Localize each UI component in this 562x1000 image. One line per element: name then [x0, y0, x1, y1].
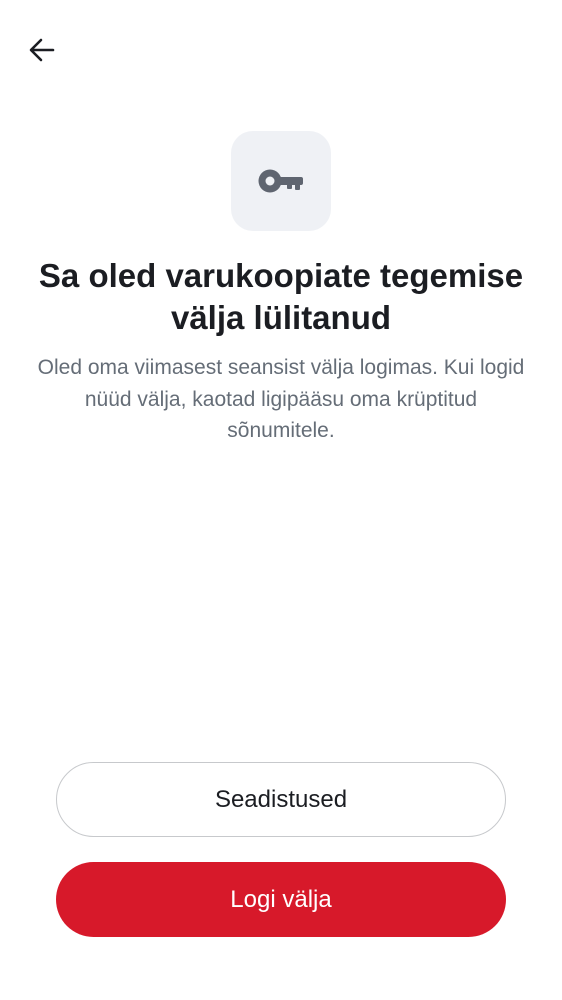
page-title: Sa oled varukoopiate tegemise välja lüli…: [38, 257, 524, 336]
back-button[interactable]: [20, 28, 64, 72]
settings-button[interactable]: Seadistused: [56, 762, 506, 837]
sign-out-button[interactable]: Logi välja: [56, 862, 506, 937]
sign-out-button-label: Logi välja: [230, 885, 332, 913]
arrow-left-icon: [29, 38, 55, 62]
description-text: Oled oma viimasest seansist välja logima…: [37, 356, 525, 442]
settings-button-label: Seadistused: [214, 785, 348, 813]
key-icon: [258, 169, 303, 193]
key-icon-tile: [231, 131, 331, 231]
